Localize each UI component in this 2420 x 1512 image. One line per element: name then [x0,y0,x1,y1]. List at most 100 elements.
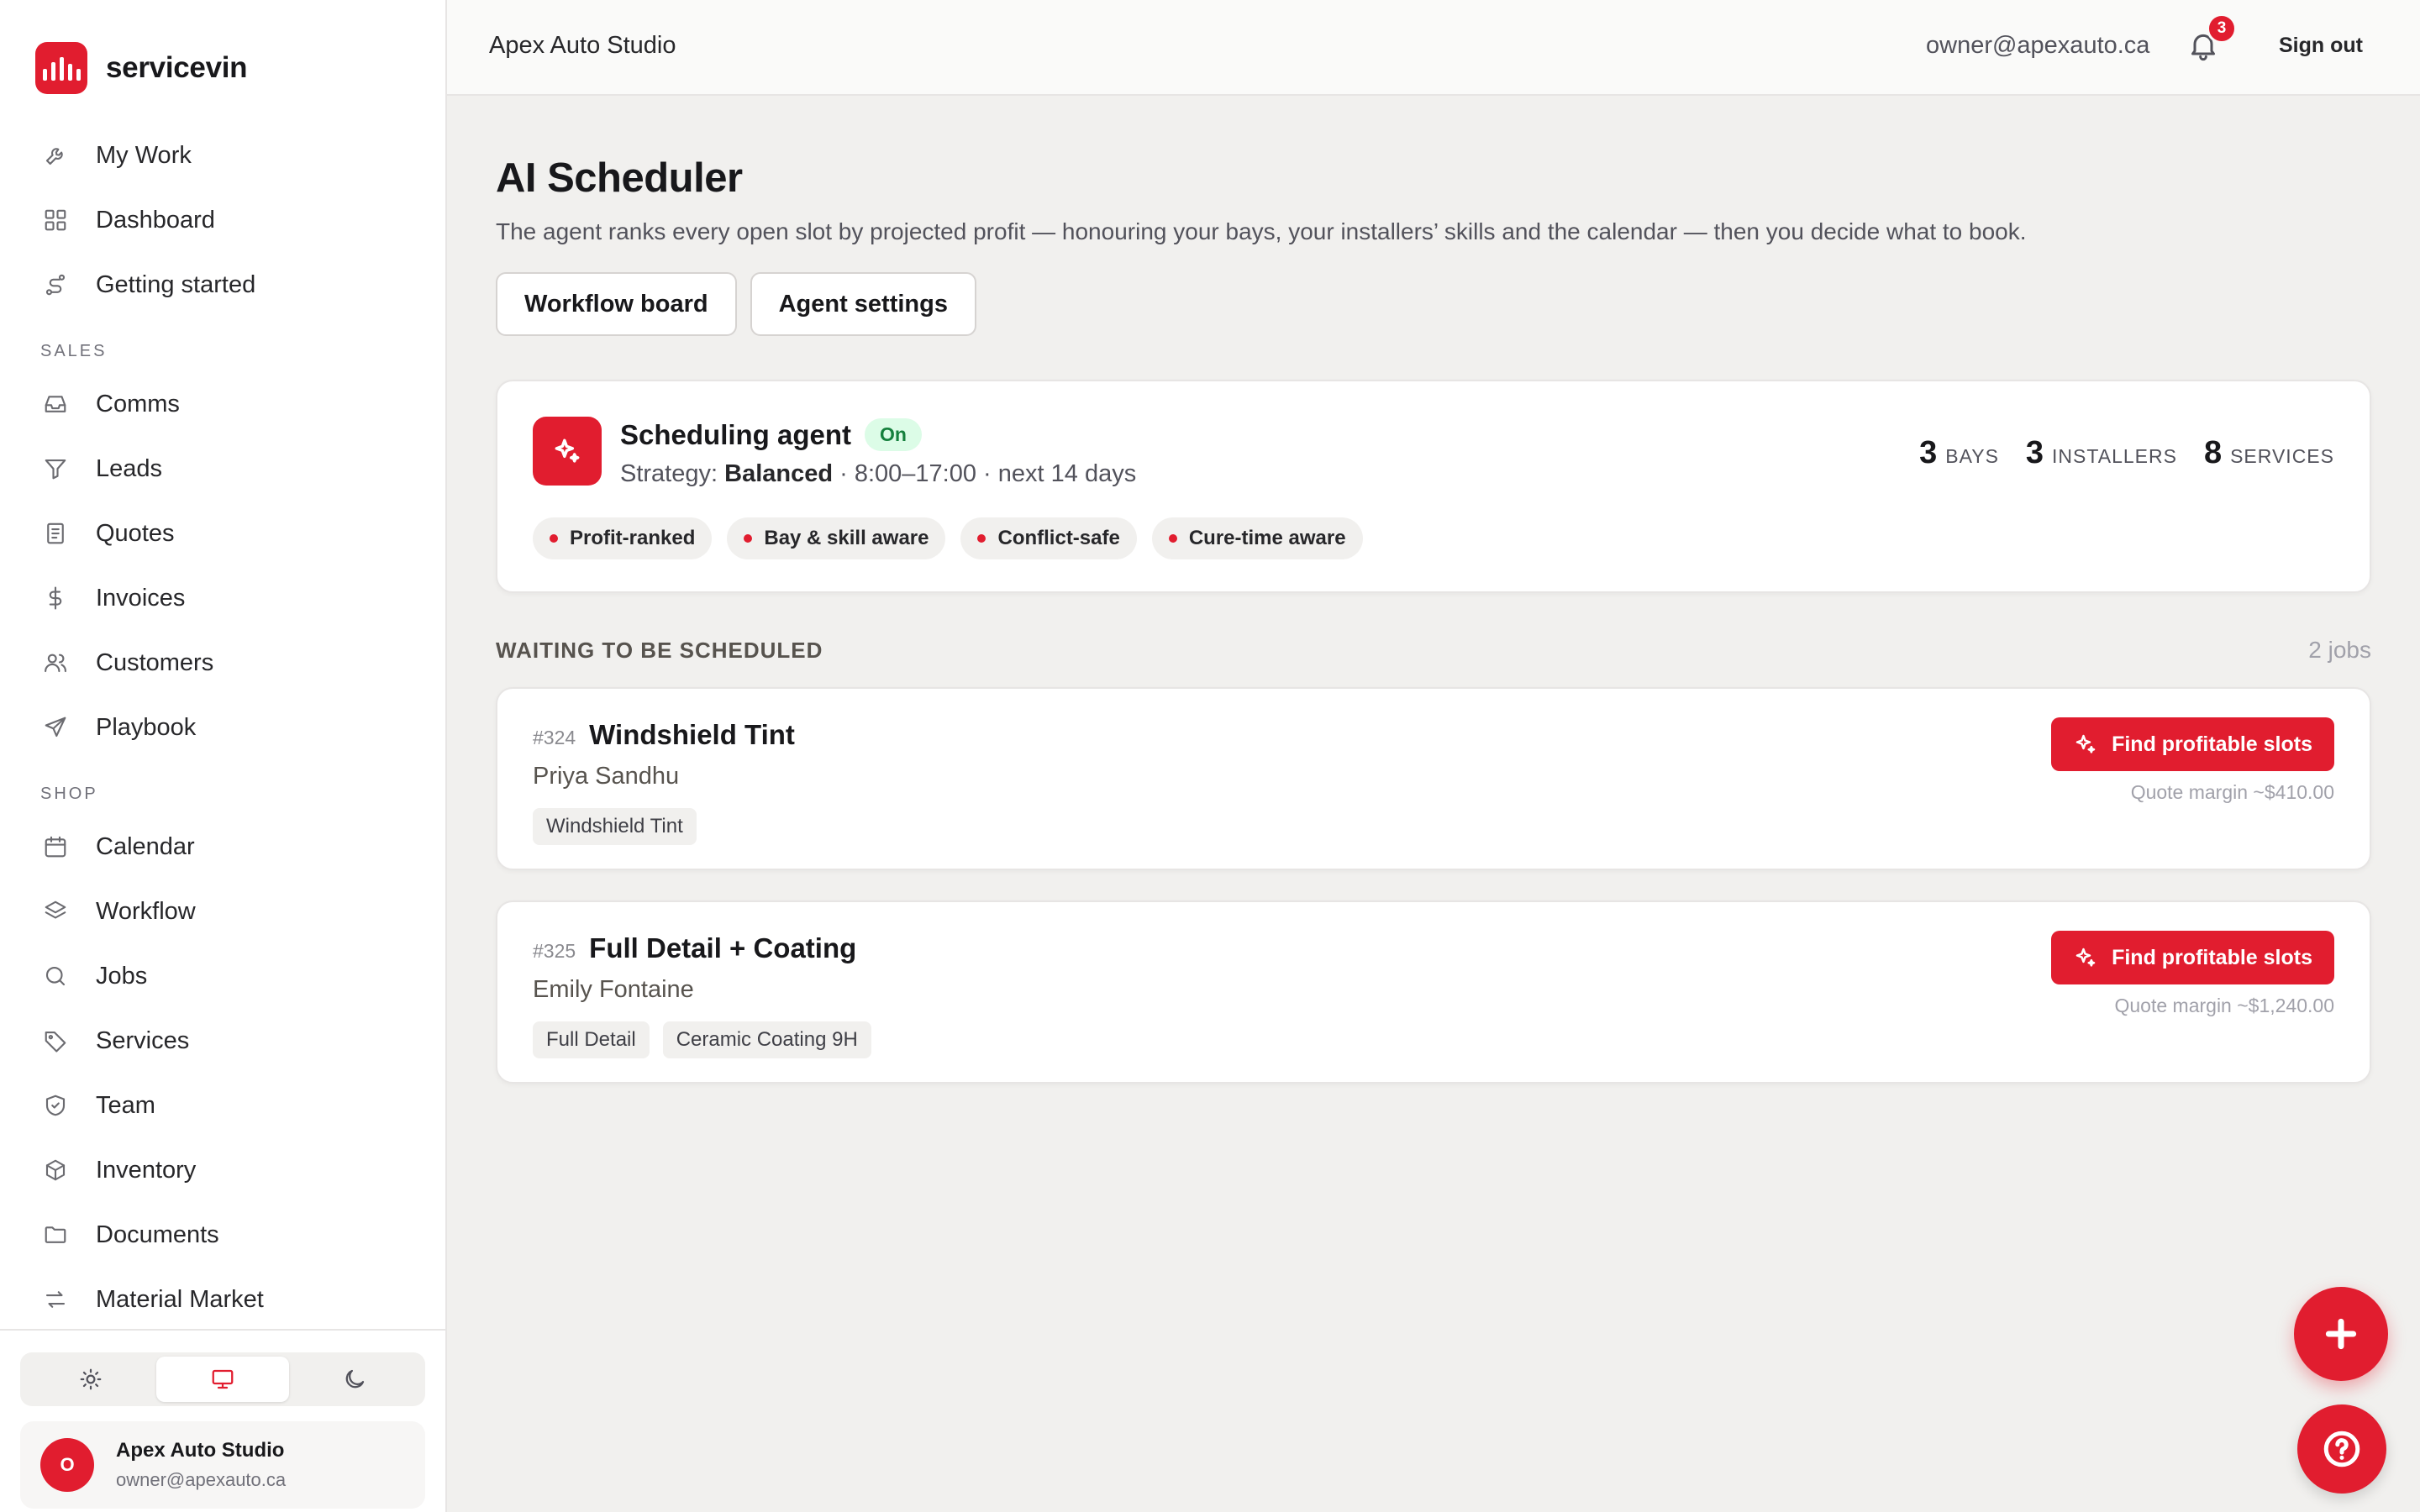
queue-header: WAITING TO BE SCHEDULED 2 jobs [496,637,2371,664]
queue-title: WAITING TO BE SCHEDULED [496,637,823,663]
find-profitable-slots-button[interactable]: Find profitable slots [2051,717,2334,771]
find-profitable-slots-button[interactable]: Find profitable slots [2051,931,2334,984]
account-email: owner@apexauto.ca [1926,32,2150,59]
status-dot [1168,534,1177,543]
brand-name: servicevin [106,51,248,84]
sidebar-item-calendar[interactable]: Calendar [20,817,427,876]
job-number: #325 [533,940,576,962]
sidebar-item-material-market[interactable]: Material Market [20,1270,427,1329]
filter-icon [42,455,69,482]
job-title: Full Detail + Coating [589,932,857,963]
button-label: Find profitable slots [2112,732,2312,756]
main-content: AI Scheduler The agent ranks every open … [496,96,2371,1084]
avatar: O [40,1438,94,1492]
sidebar-item-customers[interactable]: Customers [20,633,427,692]
help-button[interactable] [2297,1404,2386,1494]
swap-icon [42,1286,69,1313]
job-customer: Emily Fontaine [533,976,694,1003]
chip-label: Conflict-safe [997,527,1120,549]
sidebar-item-label: Invoices [96,584,186,612]
scheduling-agent-card: Scheduling agent On Strategy: Balanced ·… [496,380,2371,593]
route-icon [42,271,69,298]
sidebar-section-shop: SHOP [40,785,98,803]
page-title: AI Scheduler [496,155,743,201]
user-card[interactable]: O Apex Auto Studio owner@apexauto.ca [20,1421,425,1509]
status-dot [977,534,986,543]
sidebar-item-team[interactable]: Team [20,1076,427,1135]
sidebar-nav: My Work Dashboard Getting started SALES … [20,126,427,1329]
sidebar-item-getting-started[interactable]: Getting started [20,255,427,314]
grid-icon [42,207,69,234]
users-icon [42,649,69,676]
agent-settings-button[interactable]: Agent settings [750,272,976,336]
shield-icon [42,1092,69,1119]
notifications-button[interactable]: 3 [2186,13,2237,66]
strategy-details: · 8:00–17:00 · next 14 days [833,460,1137,487]
sign-out-button[interactable]: Sign out [2279,34,2363,58]
moon-icon [346,1369,365,1389]
job-tags: Windshield Tint [533,808,697,845]
service-tag: Full Detail [533,1021,650,1058]
stat-value: 3 [2025,435,2044,470]
sidebar-item-leads[interactable]: Leads [20,439,427,498]
sidebar-item-label: Comms [96,390,180,417]
stat-value: 3 [1919,435,1938,470]
stat-installers: 3 INSTALLERS [2026,435,2177,471]
theme-dark-button[interactable] [289,1357,421,1402]
job-card[interactable]: #324 Windshield Tint Priya Sandhu Windsh… [496,687,2371,870]
theme-light-button[interactable] [24,1357,156,1402]
sidebar-item-workflow[interactable]: Workflow [20,882,427,941]
page-description: The agent ranks every open slot by proje… [496,218,2027,244]
capability-chip: Conflict-safe [960,517,1137,559]
add-button[interactable] [2294,1287,2388,1381]
sidebar-item-inventory[interactable]: Inventory [20,1141,427,1200]
job-number: #324 [533,727,576,748]
sidebar-item-playbook[interactable]: Playbook [20,698,427,757]
sidebar-item-label: Inventory [96,1156,197,1184]
chip-label: Profit-ranked [570,527,696,549]
sidebar-item-quotes[interactable]: Quotes [20,504,427,563]
page-actions: Workflow board Agent settings [496,272,2371,336]
sidebar-item-label: Workflow [96,897,196,925]
shop-name: Apex Auto Studio [489,32,676,59]
stat-value: 8 [2203,435,2223,470]
sidebar-item-label: Leads [96,454,163,482]
notification-count-badge: 3 [2207,13,2237,44]
job-card[interactable]: #325 Full Detail + Coating Emily Fontain… [496,900,2371,1084]
sidebar: servicevin My Work Dashboard Getting sta… [0,0,447,1512]
strategy-label: Strategy: [620,460,718,487]
sidebar-item-comms[interactable]: Comms [20,375,427,433]
box-icon [42,1157,69,1184]
sidebar-item-documents[interactable]: Documents [20,1205,427,1264]
stat-label: SERVICES [2230,445,2334,467]
status-dot [744,534,753,543]
chip-label: Bay & skill aware [764,527,929,549]
queue-count: 2 jobs [2308,637,2371,663]
job-heading: #324 Windshield Tint [533,719,795,751]
sparkle-icon [2075,948,2096,967]
service-tag: Windshield Tint [533,808,697,845]
sidebar-item-label: Getting started [96,270,256,298]
sidebar-item-my-work[interactable]: My Work [20,126,427,185]
send-icon [42,714,69,741]
sidebar-item-label: Quotes [96,519,175,547]
theme-system-button[interactable] [156,1357,289,1402]
sidebar-item-label: Jobs [96,962,148,990]
sidebar-section-sales: SALES [40,342,108,360]
sidebar-item-label: Documents [96,1221,219,1248]
brand-logo-icon [35,42,87,94]
help-circle-icon [2323,1431,2360,1467]
workflow-board-button[interactable]: Workflow board [496,272,737,336]
tag-icon [42,1027,69,1054]
agent-name: Scheduling agent [620,418,852,450]
sidebar-item-label: Services [96,1026,190,1054]
plus-icon [2325,1318,2357,1350]
sidebar-item-dashboard[interactable]: Dashboard [20,191,427,249]
layers-icon [42,898,69,925]
sidebar-item-invoices[interactable]: Invoices [20,569,427,627]
sidebar-footer: O Apex Auto Studio owner@apexauto.ca [0,1329,445,1512]
sidebar-item-services[interactable]: Services [20,1011,427,1070]
sidebar-item-jobs[interactable]: Jobs [20,947,427,1005]
sparkle-icon [2075,734,2096,753]
brand[interactable]: servicevin [35,42,248,94]
